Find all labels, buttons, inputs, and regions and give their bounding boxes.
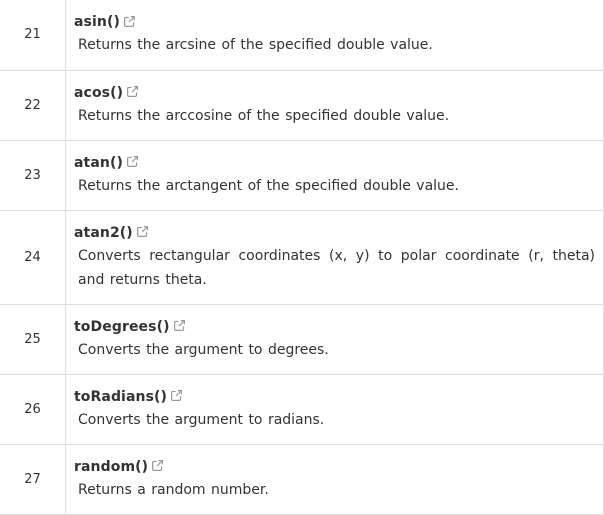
table-row: 23 atan() Returns the arctangent of the … bbox=[0, 139, 604, 211]
external-link-icon[interactable] bbox=[170, 389, 183, 402]
method-description: Converts the argument to radians. bbox=[78, 411, 325, 428]
table-row: 25 toDegrees() Converts the argument to … bbox=[0, 303, 604, 375]
external-link-icon[interactable] bbox=[151, 459, 164, 472]
external-link-icon[interactable] bbox=[173, 319, 186, 332]
method-description: Returns the arcsine of the specified dou… bbox=[78, 37, 433, 54]
row-content: random() Returns a random number. bbox=[65, 443, 604, 515]
method-link-atan2[interactable]: atan2() bbox=[74, 225, 133, 241]
method-description: Converts the argument to degrees. bbox=[78, 341, 329, 358]
row-number: 24 bbox=[0, 209, 66, 305]
method-description: Converts rectangular coordinates (x, y) … bbox=[78, 247, 595, 288]
method-line: toDegrees() bbox=[74, 317, 595, 337]
row-number: 23 bbox=[0, 139, 66, 211]
row-number: 27 bbox=[0, 443, 66, 515]
row-content: atan2() Converts rectangular coordinates… bbox=[65, 209, 604, 305]
method-link-atan[interactable]: atan() bbox=[74, 155, 123, 171]
row-content: asin() Returns the arcsine of the specif… bbox=[65, 0, 604, 71]
row-number: 22 bbox=[0, 69, 66, 141]
method-description: Returns a random number. bbox=[78, 481, 269, 498]
method-line: asin() bbox=[74, 12, 595, 32]
row-content: toDegrees() Converts the argument to deg… bbox=[65, 303, 604, 375]
table-row: 22 acos() Returns the arccosine of the s… bbox=[0, 69, 604, 141]
method-line: random() bbox=[74, 457, 595, 477]
external-link-icon[interactable] bbox=[126, 155, 139, 168]
method-description: Returns the arctangent of the specified … bbox=[78, 177, 459, 194]
external-link-icon[interactable] bbox=[126, 85, 139, 98]
row-content: toRadians() Converts the argument to rad… bbox=[65, 373, 604, 445]
method-line: atan() bbox=[74, 153, 595, 173]
row-number: 26 bbox=[0, 373, 66, 445]
method-link-acos[interactable]: acos() bbox=[74, 85, 123, 101]
table-row: 24 atan2() Converts rectangular coordina… bbox=[0, 209, 604, 305]
method-line: atan2() bbox=[74, 223, 595, 243]
method-line: acos() bbox=[74, 83, 595, 103]
method-link-asin[interactable]: asin() bbox=[74, 14, 120, 30]
methods-table-body: 21 asin() Returns the arcsine of the spe… bbox=[0, 0, 604, 515]
row-content: acos() Returns the arccosine of the spec… bbox=[65, 69, 604, 141]
table-row: 21 asin() Returns the arcsine of the spe… bbox=[0, 0, 604, 71]
method-link-random[interactable]: random() bbox=[74, 459, 148, 475]
row-number: 21 bbox=[0, 0, 66, 71]
method-link-toradians[interactable]: toRadians() bbox=[74, 389, 167, 405]
table-row: 27 random() Returns a random number. bbox=[0, 443, 604, 515]
row-number: 25 bbox=[0, 303, 66, 375]
external-link-icon[interactable] bbox=[136, 225, 149, 238]
external-link-icon[interactable] bbox=[123, 15, 136, 28]
method-line: toRadians() bbox=[74, 387, 595, 407]
row-content: atan() Returns the arctangent of the spe… bbox=[65, 139, 604, 211]
method-description: Returns the arccosine of the specified d… bbox=[78, 107, 450, 124]
table-row: 26 toRadians() Converts the argument to … bbox=[0, 373, 604, 445]
methods-table: 21 asin() Returns the arcsine of the spe… bbox=[0, 0, 604, 515]
method-link-todegrees[interactable]: toDegrees() bbox=[74, 319, 170, 335]
